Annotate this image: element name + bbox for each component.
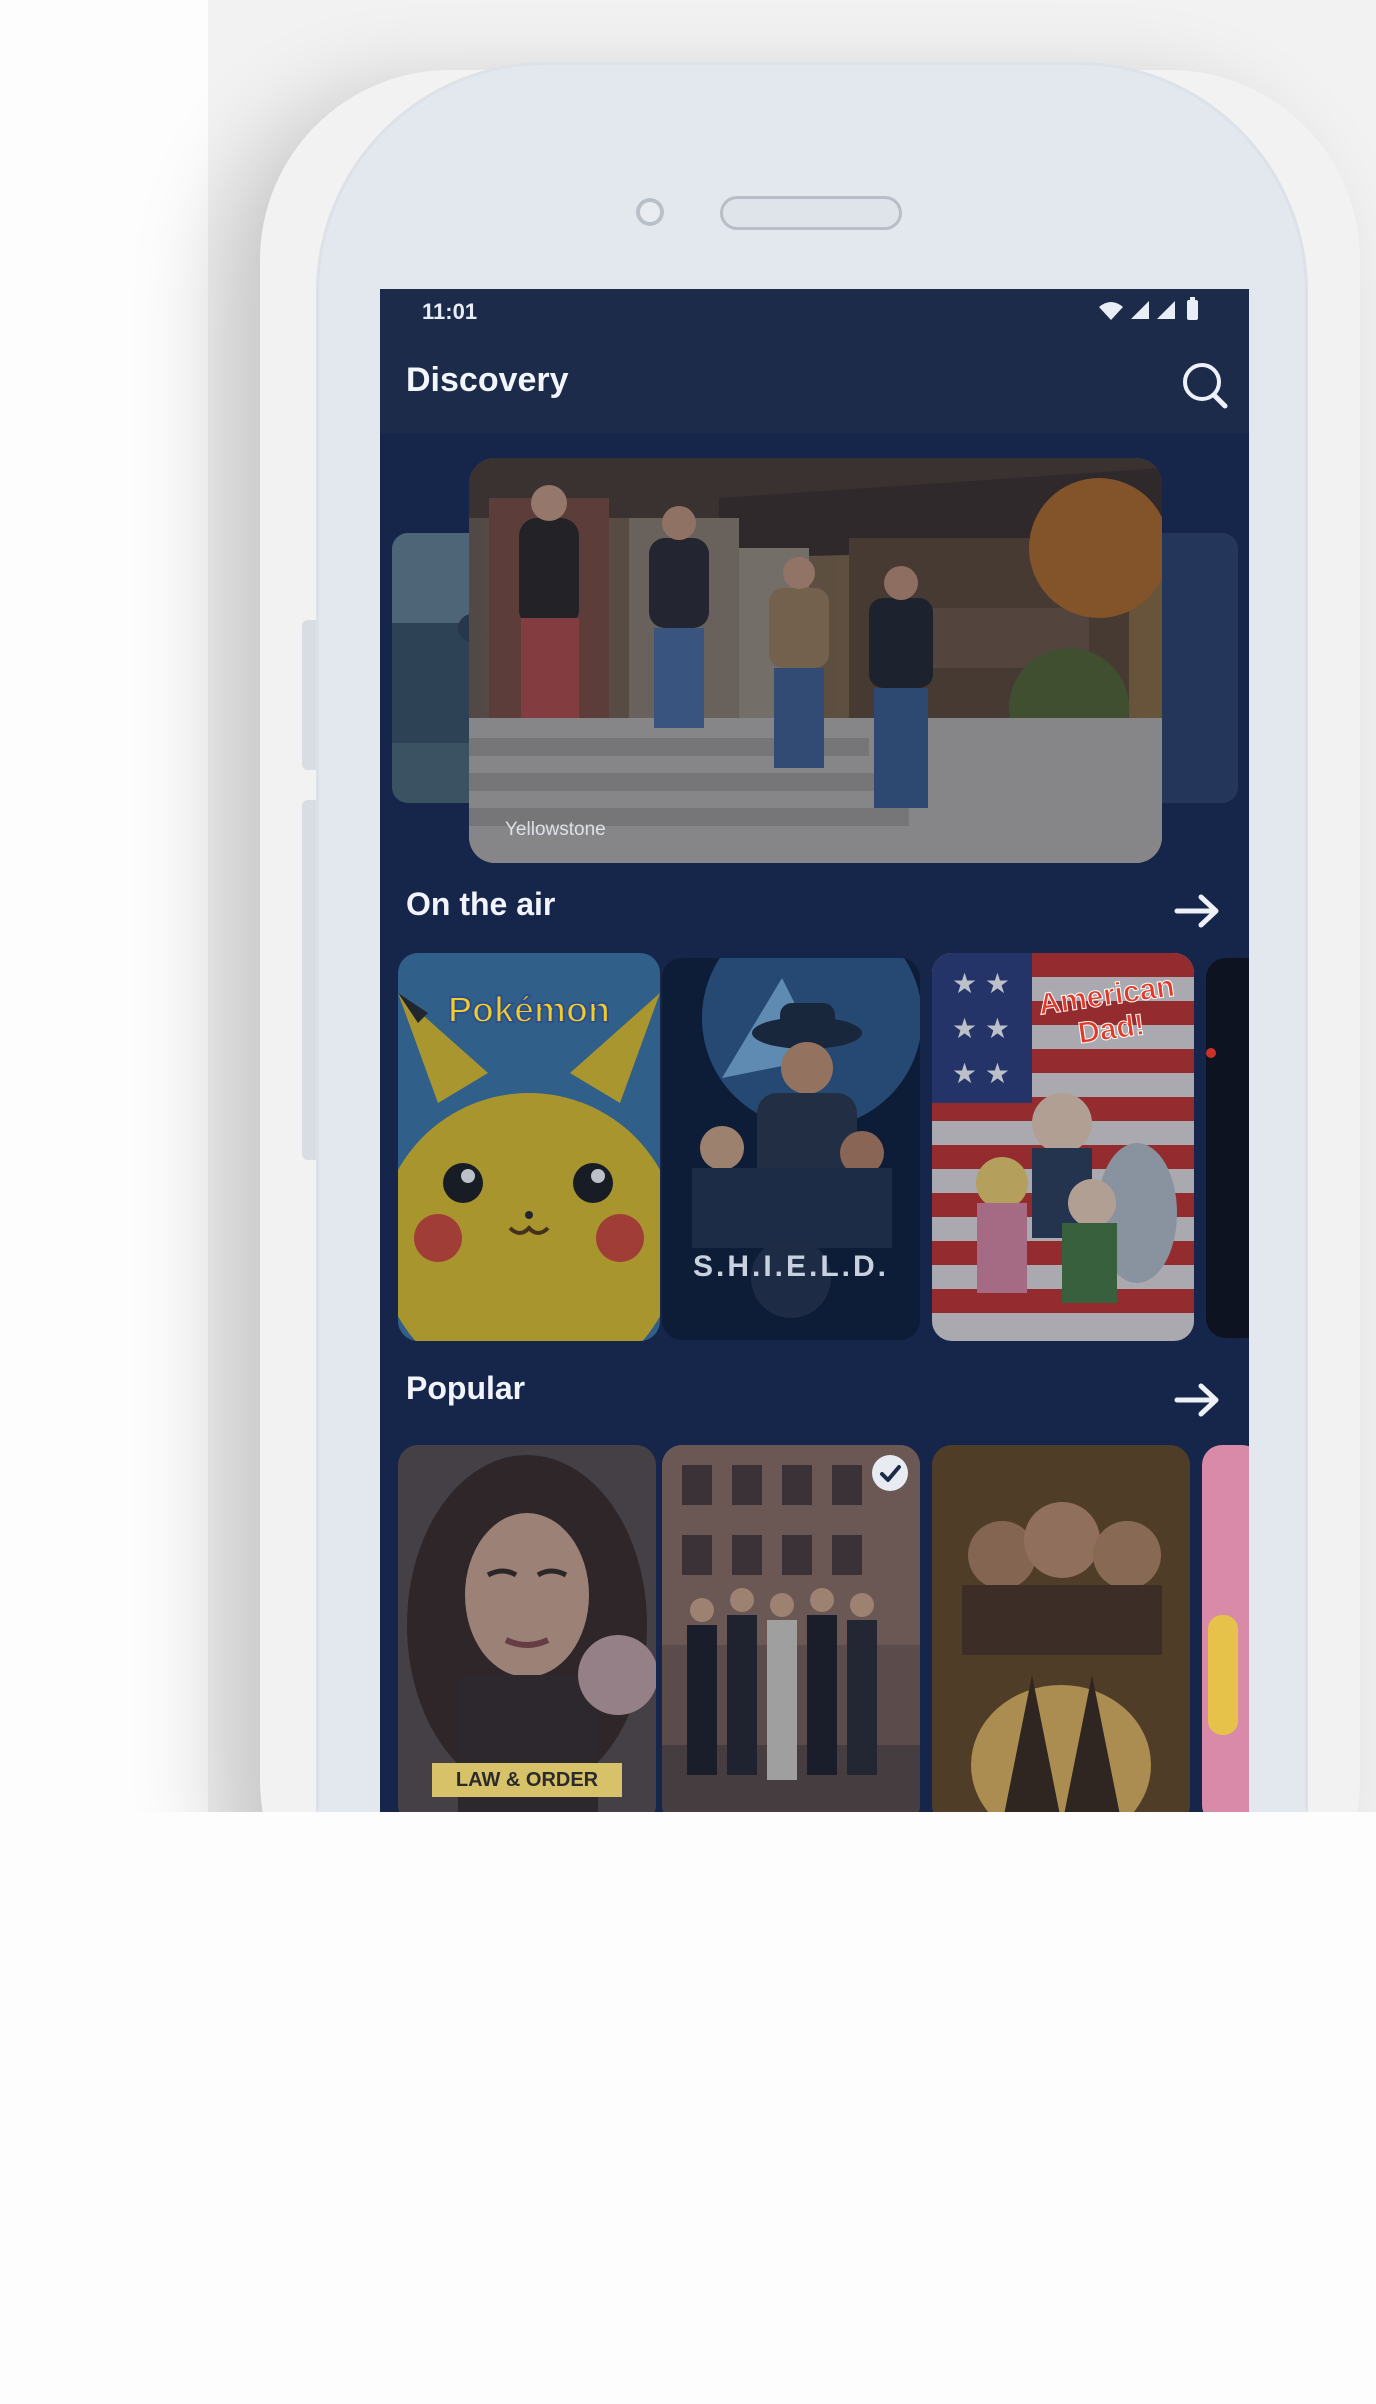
status-bar-icons xyxy=(1099,297,1198,320)
poster-accent xyxy=(1208,1615,1238,1735)
app-screen: 11:01 Discovery Yellowstone On the air P… xyxy=(380,289,1249,1812)
front-camera xyxy=(636,198,664,226)
signal-icon xyxy=(1131,301,1149,319)
featured-show-card[interactable]: Yellowstone xyxy=(469,458,1162,863)
poster-popular-4-partial[interactable] xyxy=(1202,1445,1249,1812)
page-title: Discovery xyxy=(406,361,569,399)
phone-side-button xyxy=(302,800,316,1160)
svg-text:★ ★: ★ ★ xyxy=(952,968,1010,999)
status-icons xyxy=(1097,297,1209,329)
poster-accent xyxy=(1206,1048,1216,1058)
section-title-on-the-air: On the air xyxy=(406,886,556,922)
law-and-order-svu-poster xyxy=(398,1445,656,1812)
svg-text:★ ★: ★ ★ xyxy=(952,1058,1010,1089)
page: 11:01 Discovery Yellowstone On the air P… xyxy=(0,0,1376,2404)
featured-show-image xyxy=(469,458,1162,863)
supernatural-poster xyxy=(932,1445,1190,1812)
poster-popular-2[interactable] xyxy=(662,1445,920,1812)
svg-text:★ ★: ★ ★ xyxy=(952,1013,1010,1044)
pokemon-logo-text: Pokémon xyxy=(447,988,611,1031)
wifi-icon xyxy=(1099,302,1123,320)
search-icon xyxy=(1183,363,1228,409)
popular-see-all-button[interactable] xyxy=(1173,1380,1223,1420)
svu-logo-text: LAW & ORDER xyxy=(432,1763,622,1797)
poster-on-the-air-4-partial[interactable] xyxy=(1206,958,1249,1338)
poster-on-the-air-3[interactable]: ★ ★ ★ ★ ★ ★ American Dad! xyxy=(932,953,1194,1341)
earpiece-speaker xyxy=(720,196,902,230)
poster-popular-3[interactable] xyxy=(932,1445,1190,1812)
watched-check-badge[interactable] xyxy=(872,1455,908,1491)
status-time: 11:01 xyxy=(422,299,478,324)
phone-volume-button xyxy=(302,620,316,770)
section-title-popular: Popular xyxy=(406,1370,526,1406)
on-the-air-see-all-button[interactable] xyxy=(1173,891,1223,931)
search-button[interactable] xyxy=(1177,357,1233,413)
friends-poster xyxy=(662,1445,920,1812)
arrow-right-icon xyxy=(1174,1383,1219,1417)
check-icon xyxy=(880,1465,901,1482)
featured-show-caption: Yellowstone xyxy=(505,819,606,840)
signal-icon-2 xyxy=(1157,301,1175,319)
device-mockup-area: 11:01 Discovery Yellowstone On the air P… xyxy=(0,0,1376,1812)
battery-icon xyxy=(1187,300,1198,320)
shield-logo-text: S.H.I.E.L.D. xyxy=(692,1250,890,1283)
arrow-right-icon xyxy=(1174,894,1219,928)
poster-on-the-air-2[interactable]: S.H.I.E.L.D. xyxy=(662,958,920,1340)
poster-on-the-air-1[interactable]: Pokémon xyxy=(398,953,660,1341)
discovery-content: Yellowstone On the air Pokémon S.H.I.E.L… xyxy=(380,433,1249,1812)
poster-popular-1[interactable]: LAW & ORDER xyxy=(398,1445,656,1812)
